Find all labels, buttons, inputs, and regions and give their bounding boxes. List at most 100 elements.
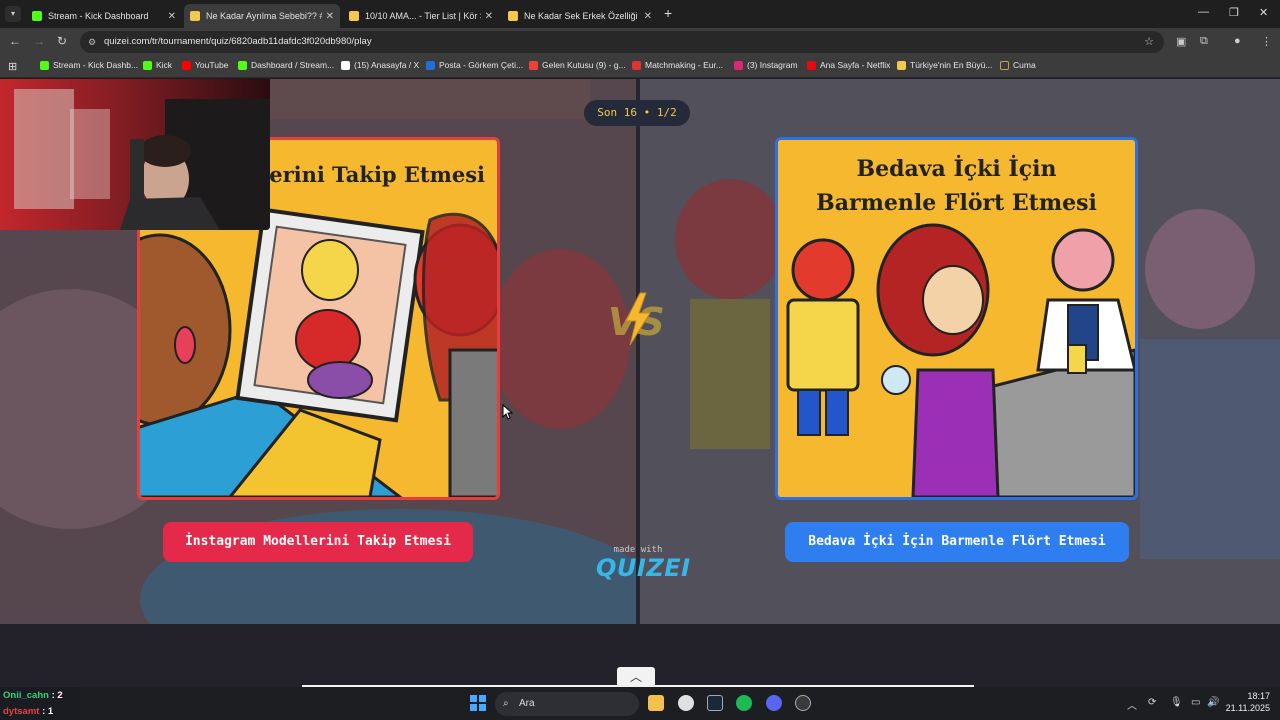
bookmark-label: Posta - Görkem Çeti...	[439, 60, 524, 70]
apps-grid-icon[interactable]: ⊞	[8, 60, 17, 73]
bookmark-label: Cuma	[1013, 60, 1036, 70]
right-option-card[interactable]: Bedava İçki İçin Barmenle Flört Etmesi	[775, 137, 1138, 500]
site-info-icon[interactable]: ⚙	[88, 31, 96, 53]
bookmark-x[interactable]: (15) Anasayfa / X	[341, 60, 419, 70]
tab-close-icon[interactable]: ✕	[644, 11, 652, 22]
vs-lightning-icon: VS	[604, 291, 670, 347]
tray-chevron-up-icon[interactable]: ︿	[1127, 697, 1137, 712]
round-badge: Son 16 • 1/2	[584, 100, 690, 126]
webcam-feed	[0, 79, 270, 230]
volume-icon[interactable]: 🔊	[1207, 697, 1219, 708]
display-icon[interactable]: ▭	[1191, 697, 1200, 708]
quizei-icon	[508, 11, 518, 21]
forward-icon[interactable]: →	[33, 34, 45, 48]
faceit-icon	[632, 60, 641, 70]
bookmark-kick[interactable]: Kick	[143, 60, 172, 70]
tab-tier-list[interactable]: 10/10 AMA... - Tier List | Kör Sa ✕	[343, 4, 499, 28]
bookmark-matchmaking[interactable]: Matchmaking - Eur...	[632, 60, 723, 70]
bookmark-netflix[interactable]: Ana Sayfa - Netflix	[807, 60, 890, 70]
bookmark-label: (15) Anasayfa / X	[354, 60, 420, 70]
right-card-title: Bedava İçki İçin Barmenle Flört Etmesi	[778, 152, 1135, 220]
spotify-icon[interactable]	[736, 695, 752, 711]
bookmark-label: Türkiye'nin En Büyü...	[910, 60, 993, 70]
tab-title: Ne Kadar Ayrılma Sebebi?? #1	[206, 11, 322, 21]
browser-tab-bar: ▾ Stream - Kick Dashboard ✕ Ne Kadar Ayr…	[0, 0, 1280, 28]
url-input[interactable]: ⚙ quizei.com/tr/tournament/quiz/6820adb1…	[80, 31, 1164, 53]
right-card-title-line1: Bedava İçki İçin	[856, 156, 1057, 182]
windows-start-icon[interactable]	[470, 695, 486, 711]
extension-icon[interactable]: ▣	[1176, 35, 1186, 48]
clock[interactable]: 18:17 21.11.2025	[1226, 690, 1270, 714]
steam-icon[interactable]	[707, 695, 723, 711]
bookmark-instagram[interactable]: (3) Instagram	[734, 60, 798, 70]
tab-close-icon[interactable]: ✕	[485, 11, 493, 22]
bookmark-label: Gelen Kutusu (9) - g...	[542, 60, 626, 70]
clock-date: 21.11.2025	[1225, 703, 1270, 713]
tab-close-icon[interactable]: ✕	[326, 11, 334, 22]
reload-icon[interactable]: ↻	[57, 34, 67, 48]
discord-icon[interactable]	[766, 695, 782, 711]
search-placeholder: Ara	[519, 698, 535, 709]
extensions-puzzle-icon[interactable]: ⧉	[1200, 35, 1208, 48]
kick-icon	[40, 60, 49, 70]
site-icon	[897, 60, 906, 70]
bookmark-label: Stream - Kick Dashb...	[53, 60, 139, 70]
x-icon	[341, 60, 350, 70]
tab-active-quiz[interactable]: Ne Kadar Ayrılma Sebebi?? #1 ✕	[184, 4, 340, 28]
tab-sek-erkek[interactable]: Ne Kadar Sek Erkek Özelliği #1 ✕	[502, 4, 658, 28]
gmail-icon	[529, 60, 538, 70]
new-tab-button[interactable]: +	[664, 5, 672, 21]
bookmark-turkiye[interactable]: Türkiye'nin En Büyü...	[897, 60, 992, 70]
quizei-icon	[190, 11, 200, 21]
url-text: quizei.com/tr/tournament/quiz/6820adb11d…	[104, 36, 372, 47]
choose-right-button[interactable]: Bedava İçki İçin Barmenle Flört Etmesi	[785, 522, 1129, 562]
bookmark-youtube[interactable]: YouTube	[182, 60, 228, 70]
bookmark-star-icon[interactable]: ☆	[1144, 31, 1154, 53]
bookmark-label: Dashboard / Stream...	[251, 60, 335, 70]
taskbar-search-input[interactable]: ⌕ Ara	[495, 692, 639, 716]
mouse-cursor-icon	[502, 404, 514, 420]
minimize-icon[interactable]: —	[1198, 6, 1209, 18]
search-icon: ⌕	[503, 698, 509, 709]
bookmark-stream-kick[interactable]: Stream - Kick Dashb...	[40, 60, 138, 70]
netflix-icon	[807, 60, 816, 70]
made-with-quizei[interactable]: made with QUIZEI	[596, 545, 691, 582]
close-window-icon[interactable]: ✕	[1259, 6, 1268, 19]
tab-title: Ne Kadar Sek Erkek Özelliği #1	[524, 11, 640, 21]
app-icon[interactable]	[795, 695, 811, 711]
tab-kick-dashboard[interactable]: Stream - Kick Dashboard ✕	[26, 4, 182, 28]
bookmark-label: Matchmaking - Eur...	[645, 60, 723, 70]
address-toolbar: ← → ↻ ⚙ quizei.com/tr/tournament/quiz/68…	[0, 28, 1280, 56]
bookmark-dashboard[interactable]: Dashboard / Stream...	[238, 60, 334, 70]
youtube-icon	[182, 60, 191, 70]
bookmark-gmail[interactable]: Gelen Kutusu (9) - g...	[529, 60, 626, 70]
windows-taskbar: ⌕ Ara ︿ ⟳ 🎙 ▭ 🔊 18:17 21.11.2025	[0, 687, 1280, 720]
choose-left-button[interactable]: İnstagram Modellerini Takip Etmesi	[163, 522, 473, 562]
tab-search-icon[interactable]: ▾	[5, 6, 21, 22]
clock-time: 18:17	[1247, 691, 1270, 701]
instagram-icon	[734, 60, 743, 70]
microphone-icon[interactable]: 🎙	[1170, 697, 1183, 708]
file-explorer-icon[interactable]	[648, 695, 664, 711]
center-divider	[636, 79, 640, 624]
back-icon[interactable]: ←	[9, 34, 21, 48]
tab-title: 10/10 AMA... - Tier List | Kör Sa	[365, 11, 481, 21]
chrome-icon[interactable]	[678, 695, 694, 711]
bookmark-label: YouTube	[195, 60, 229, 70]
tab-close-icon[interactable]: ✕	[168, 11, 176, 22]
chevron-up-icon[interactable]: ︿	[617, 667, 655, 687]
tray-sync-icon[interactable]: ⟳	[1148, 697, 1156, 708]
restore-icon[interactable]: ❐	[1229, 6, 1239, 19]
quizei-logo: QUIZEI	[596, 554, 691, 582]
bookmark-folder-cuma[interactable]: Cuma	[1000, 60, 1036, 70]
menu-kebab-icon[interactable]: ⋮	[1261, 35, 1272, 48]
bookmark-posta[interactable]: Posta - Görkem Çeti...	[426, 60, 523, 70]
kick-icon	[238, 60, 247, 70]
bookmark-label: Ana Sayfa - Netflix	[820, 60, 891, 70]
right-card-title-line2: Barmenle Flört Etmesi	[816, 190, 1097, 216]
webcam-overlay	[0, 79, 270, 230]
kick-icon	[143, 60, 152, 70]
profile-avatar-icon[interactable]: ●	[1234, 35, 1241, 47]
bookmarks-bar: ⊞ Stream - Kick Dashb... Kick YouTube Da…	[0, 56, 1280, 78]
tab-title: Stream - Kick Dashboard	[48, 11, 149, 21]
